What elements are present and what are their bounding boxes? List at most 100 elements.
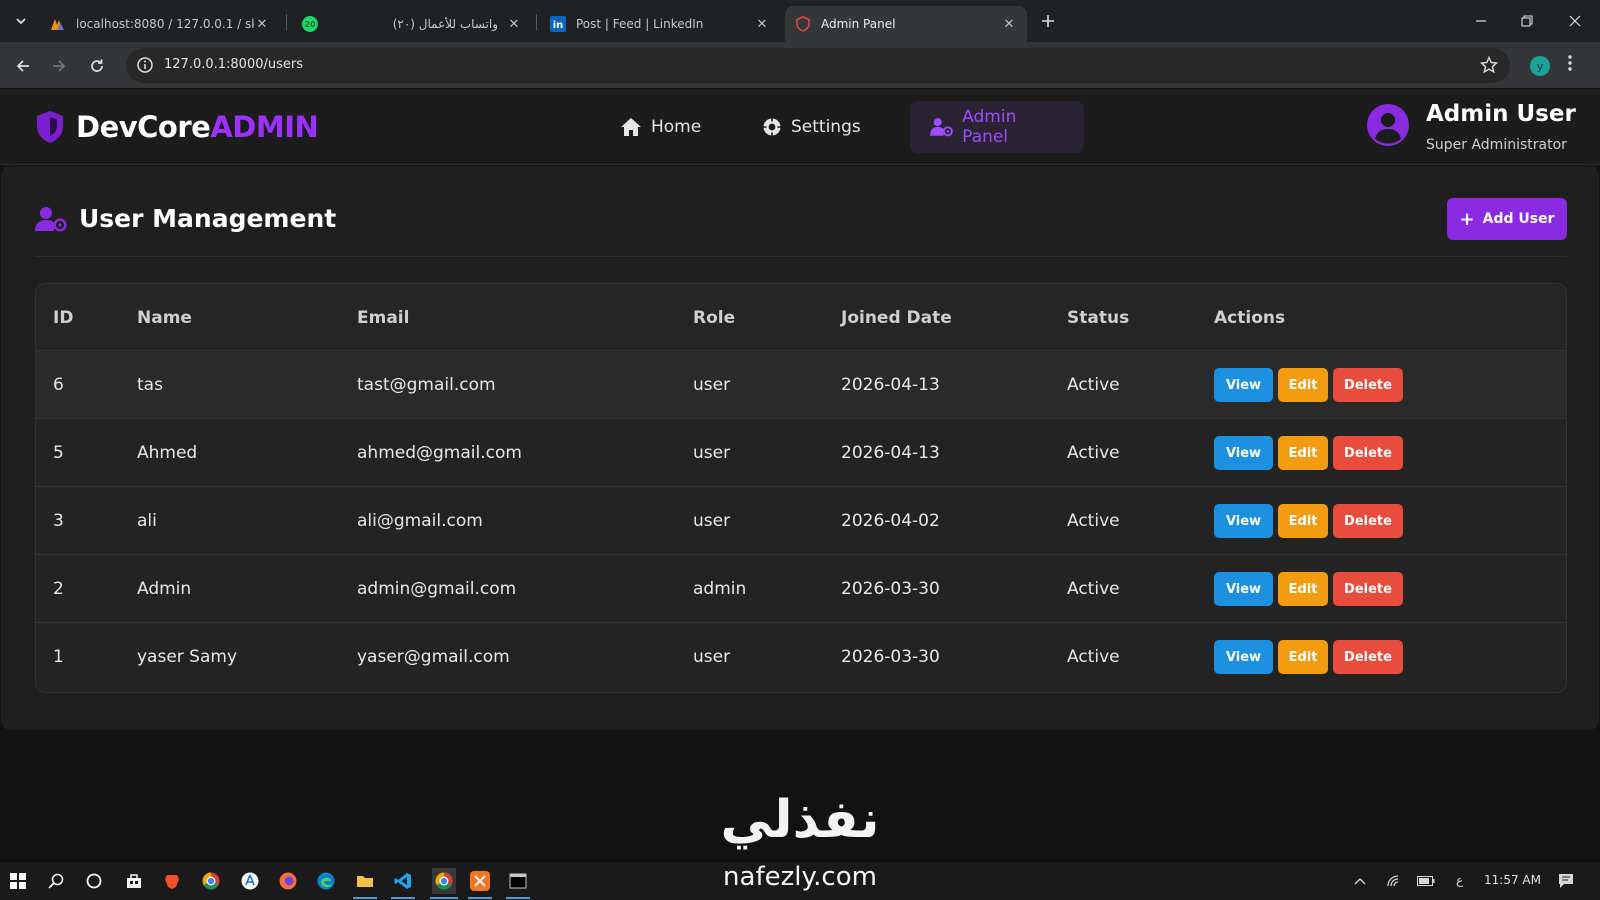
column-header-id: ID	[53, 308, 74, 328]
nav-home[interactable]: Home	[600, 101, 721, 153]
delete-button[interactable]: Delete	[1333, 572, 1403, 606]
address-bar[interactable]: 127.0.0.1:8000/users	[126, 48, 1510, 83]
close-icon[interactable]: ✕	[1001, 17, 1017, 32]
nav-admin-panel-label: Admin Panel	[962, 107, 1017, 147]
cell-id: 3	[53, 511, 64, 531]
terminal-icon[interactable]	[508, 871, 528, 891]
cell-role: admin	[693, 579, 747, 599]
windows-icon[interactable]	[8, 871, 28, 891]
cell-email: yaser@gmail.com	[357, 647, 510, 667]
add-user-button[interactable]: + Add User	[1447, 198, 1567, 240]
store-icon[interactable]	[124, 871, 144, 891]
minimize-icon	[1476, 20, 1486, 22]
cell-email: ahmed@gmail.com	[357, 443, 522, 463]
close-icon[interactable]: ✕	[506, 17, 522, 32]
cell-joined-date: 2026-04-02	[841, 511, 940, 531]
nav-admin-panel[interactable]: Admin Panel	[910, 101, 1084, 153]
user-avatar-icon[interactable]	[1367, 104, 1409, 146]
brand-logo[interactable]: DevCore ADMIN	[34, 109, 319, 145]
edit-button[interactable]: Edit	[1278, 572, 1328, 606]
chevron-down-icon	[16, 18, 26, 25]
view-button[interactable]: View	[1214, 436, 1273, 470]
edit-button[interactable]: Edit	[1278, 368, 1328, 402]
more-menu-icon[interactable]	[1568, 54, 1572, 72]
explorer-icon[interactable]	[355, 871, 375, 891]
watermark-latin: nafezly.com	[723, 862, 877, 892]
profile-avatar[interactable]: y	[1530, 56, 1550, 76]
cell-joined-date: 2026-04-13	[841, 443, 940, 463]
xampp-icon[interactable]	[470, 871, 490, 891]
browser-tab-linkedin[interactable]: in Post | Feed | LinkedIn ✕	[540, 6, 780, 42]
browser-tab-admin-panel[interactable]: Admin Panel ✕	[785, 6, 1027, 42]
chrome-active-icon[interactable]	[432, 868, 456, 894]
tray-chevron-up-icon[interactable]	[1350, 871, 1370, 891]
browser-tab-phpmyadmin[interactable]: localhost:8080 / 127.0.0.1 / skill ✕	[40, 6, 280, 42]
phpmyadmin-icon	[50, 16, 66, 32]
tab-title: (٢٠) واتساب للأعمال	[392, 17, 498, 31]
browser-tab-whatsapp[interactable]: 20 (٢٠) واتساب للأعمال ✕	[292, 6, 532, 42]
close-icon[interactable]: ✕	[254, 17, 270, 32]
nav-home-label: Home	[651, 117, 702, 137]
battery-icon[interactable]	[1416, 871, 1436, 891]
bookmark-star-icon[interactable]	[1480, 56, 1498, 74]
column-header-actions: Actions	[1214, 308, 1286, 328]
view-button[interactable]: View	[1214, 572, 1273, 606]
cortana-icon[interactable]	[84, 871, 104, 891]
chrome-icon[interactable]	[201, 871, 221, 891]
reload-button[interactable]	[84, 53, 110, 79]
nav-settings[interactable]: Settings	[742, 101, 881, 153]
edit-button[interactable]: Edit	[1278, 436, 1328, 470]
arrow-right-icon	[53, 60, 66, 72]
view-button[interactable]: View	[1214, 504, 1273, 538]
current-user-role: Super Administrator	[1426, 137, 1567, 153]
cell-id: 6	[53, 375, 64, 395]
shield-favicon-icon	[795, 16, 811, 32]
appstore-icon[interactable]	[240, 871, 260, 891]
svg-text:20: 20	[304, 20, 316, 29]
taskbar-clock[interactable]: 11:57 AM	[1484, 873, 1541, 887]
delete-button[interactable]: Delete	[1333, 504, 1403, 538]
vscode-icon[interactable]	[393, 871, 413, 891]
plus-icon	[1042, 15, 1054, 27]
close-icon[interactable]: ✕	[754, 17, 770, 32]
cell-joined-date: 2026-03-30	[841, 579, 940, 599]
view-button[interactable]: View	[1214, 640, 1273, 674]
edit-button[interactable]: Edit	[1278, 640, 1328, 674]
delete-button[interactable]: Delete	[1333, 640, 1403, 674]
wifi-icon[interactable]	[1384, 871, 1404, 891]
firefox-icon[interactable]	[278, 871, 298, 891]
new-tab-button[interactable]	[1036, 9, 1060, 33]
cell-email: tast@gmail.com	[357, 375, 496, 395]
edge-icon[interactable]	[316, 871, 336, 891]
cell-joined-date: 2026-03-30	[841, 647, 940, 667]
brave-icon[interactable]	[162, 871, 182, 891]
restore-button[interactable]	[1504, 0, 1550, 42]
search-icon[interactable]	[46, 871, 66, 891]
notifications-icon[interactable]	[1556, 871, 1576, 891]
cell-name: yaser Samy	[137, 647, 238, 667]
linkedin-icon: in	[550, 16, 566, 32]
svg-text:in: in	[553, 20, 564, 31]
cell-status: Active	[1067, 511, 1120, 531]
column-header-status: Status	[1067, 308, 1130, 328]
tab-title: Post | Feed | LinkedIn	[576, 17, 704, 31]
minimize-button[interactable]	[1458, 0, 1504, 42]
delete-button[interactable]: Delete	[1333, 436, 1403, 470]
whatsapp-icon: 20	[302, 16, 318, 32]
browser-toolbar: 127.0.0.1:8000/users y	[0, 42, 1600, 89]
gear-icon	[763, 118, 781, 136]
arrow-left-icon	[16, 60, 29, 72]
tab-search-button[interactable]	[8, 8, 34, 34]
watermark-arabic: نفذلي	[720, 790, 880, 850]
divider	[35, 256, 1567, 257]
delete-button[interactable]: Delete	[1333, 368, 1403, 402]
app-header: DevCore ADMIN Home Settings Admin Panel A…	[0, 89, 1600, 165]
close-window-button[interactable]	[1552, 0, 1598, 42]
input-language[interactable]: ع	[1456, 873, 1463, 887]
view-button[interactable]: View	[1214, 368, 1273, 402]
table-header: ID Name Email Role Joined Date Status Ac…	[36, 284, 1566, 350]
back-button[interactable]	[10, 53, 36, 79]
forward-button[interactable]	[46, 53, 72, 79]
site-info-icon[interactable]	[136, 56, 154, 74]
edit-button[interactable]: Edit	[1278, 504, 1328, 538]
